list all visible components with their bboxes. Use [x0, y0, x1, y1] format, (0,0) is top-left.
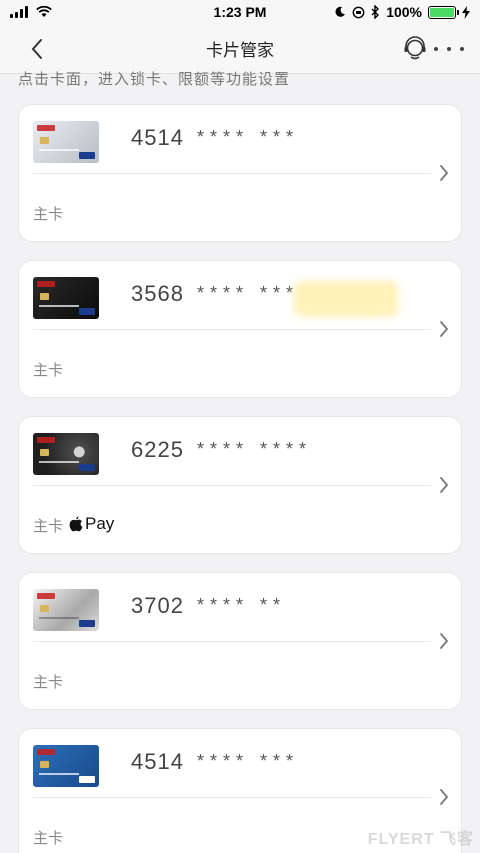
location-lock-icon: [352, 6, 365, 18]
card-number-prefix: 6225: [131, 437, 184, 462]
card-thumbnail: [33, 433, 99, 475]
chevron-right-icon: [440, 477, 449, 493]
card-thumbnail: [33, 277, 99, 319]
chevron-right-icon: [440, 633, 449, 649]
more-button[interactable]: [434, 38, 464, 60]
battery-percent: 100%: [386, 4, 422, 20]
customer-service-icon: [404, 36, 426, 60]
card-item[interactable]: 4514 **** *** 主卡: [18, 104, 462, 242]
card-number-prefix: 3702: [131, 593, 184, 618]
divider: [33, 485, 431, 486]
card-item[interactable]: 6225 **** **** 主卡 Pay: [18, 416, 462, 554]
more-icon: [434, 47, 438, 51]
apple-pay-label: Pay: [85, 514, 115, 533]
battery-fill: [430, 7, 454, 17]
card-number-prefix: 4514: [131, 125, 184, 150]
hint-text: 点击卡面，进入锁卡、限额等功能设置: [18, 71, 291, 88]
wifi-icon: [36, 6, 52, 17]
card-number-mask: **** ***: [197, 751, 300, 771]
card-type-label: 主卡: [33, 518, 64, 535]
chevron-right-icon: [440, 321, 449, 337]
card-thumbnail: [33, 121, 99, 163]
card-number-prefix: 4514: [131, 749, 184, 774]
divider: [33, 641, 431, 642]
card-thumbnail: [33, 745, 99, 787]
status-bar: 1:23 PM 100%: [0, 0, 480, 24]
card-number-mask: **** ***: [197, 127, 300, 147]
divider: [33, 173, 431, 174]
card-type-label: 主卡: [33, 674, 64, 691]
card-item[interactable]: 3702 **** ** 主卡: [18, 572, 462, 710]
apple-pay-badge: Pay: [69, 514, 114, 534]
card-thumbnail: [33, 589, 99, 631]
divider: [33, 329, 431, 330]
card-number-mask: **** ***: [197, 283, 300, 303]
chevron-right-icon: [440, 789, 449, 805]
card-number-mask: **** ****: [197, 439, 313, 459]
battery-icon: [428, 5, 459, 19]
status-right: 100%: [334, 4, 470, 20]
chevron-left-icon: [31, 39, 42, 59]
back-button[interactable]: [24, 36, 50, 62]
signal-icon: [10, 6, 28, 18]
card-type-label: 主卡: [33, 362, 64, 379]
nav-bar: 卡片管家: [0, 24, 480, 74]
watermark: FLYERT 飞客: [367, 831, 474, 848]
status-left: [10, 6, 52, 18]
divider: [33, 797, 431, 798]
apple-logo-icon: [69, 516, 83, 532]
redaction-blur: [294, 281, 398, 317]
page-title: 卡片管家: [206, 41, 274, 60]
bluetooth-icon: [371, 5, 380, 19]
moon-icon: [335, 6, 346, 17]
card-type-label: 主卡: [33, 206, 64, 223]
charging-icon: [462, 5, 470, 19]
card-list: 4514 **** *** 主卡 3568 **** *** 主卡 6225 *…: [18, 104, 462, 853]
card-number-prefix: 3568: [131, 281, 184, 306]
card-type-label: 主卡: [33, 830, 64, 847]
customer-service-button[interactable]: [402, 36, 428, 62]
chevron-right-icon: [440, 165, 449, 181]
card-item[interactable]: 3568 **** *** 主卡: [18, 260, 462, 398]
card-number-mask: **** **: [197, 595, 287, 615]
